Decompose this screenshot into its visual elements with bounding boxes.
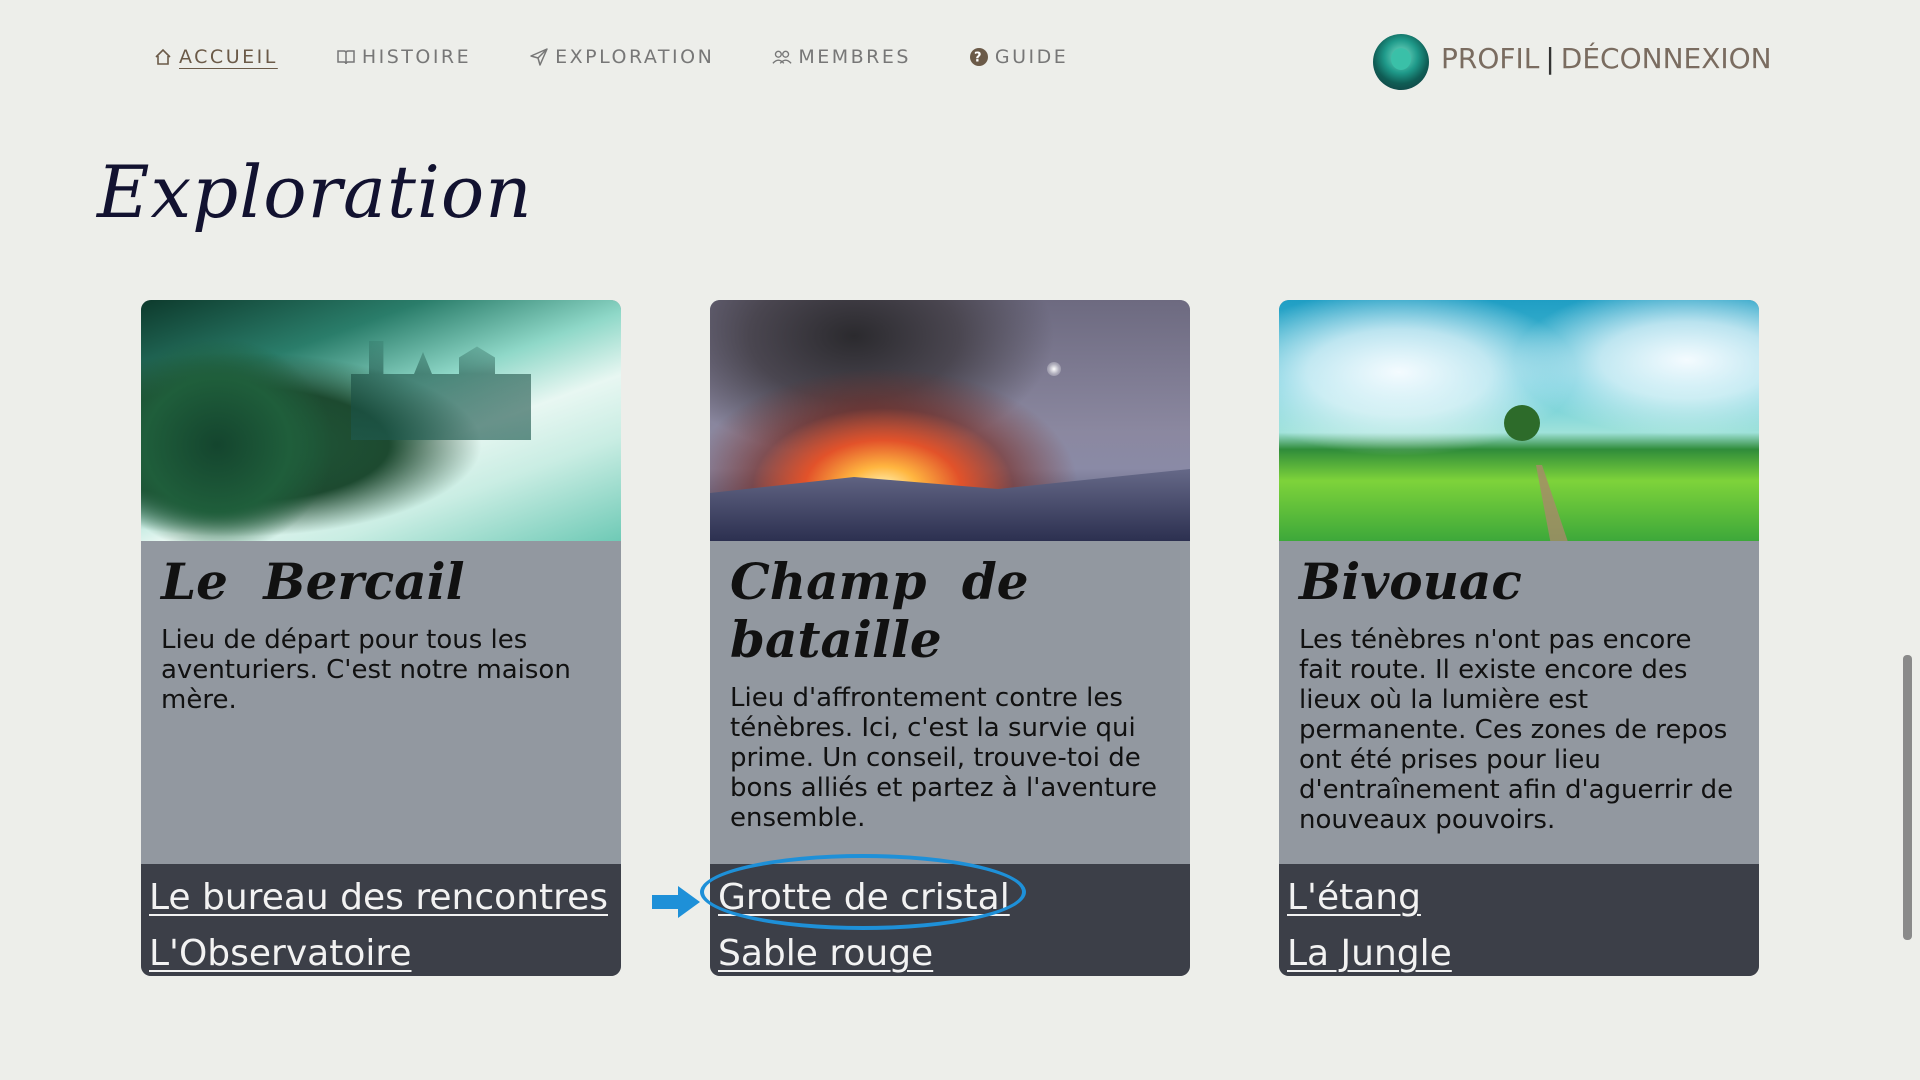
link-grotte-de-cristal[interactable]: Grotte de cristal <box>718 870 1190 926</box>
nav-accueil[interactable]: ACCUEIL <box>153 46 278 68</box>
card-description: Lieu de départ pour tous les aventuriers… <box>161 625 571 715</box>
link-bureau-des-rencontres[interactable]: Le bureau des rencontres <box>149 870 621 926</box>
nav-guide-label: GUIDE <box>994 46 1069 68</box>
card-description: Lieu d'affrontement contre les ténèbres.… <box>730 683 1157 833</box>
page-title: Exploration <box>97 150 533 234</box>
nav-membres[interactable]: MEMBRES <box>772 46 911 68</box>
card-image-bivouac <box>1279 300 1759 541</box>
card-description: Les ténèbres n'ont pas encore fait route… <box>1299 625 1734 835</box>
help-icon: ? <box>969 47 989 67</box>
home-icon <box>153 47 173 67</box>
avatar[interactable] <box>1373 34 1429 90</box>
card-image-champ-de-bataille <box>710 300 1190 541</box>
nav-histoire-label: HISTOIRE <box>361 46 472 68</box>
page-scrollbar[interactable] <box>1903 655 1912 940</box>
book-icon <box>336 47 356 67</box>
nav-membres-label: MEMBRES <box>798 46 911 68</box>
account-menu: PROFIL | DÉCONNEXION <box>1373 30 1772 90</box>
link-etang[interactable]: L'étang <box>1287 870 1759 926</box>
card-links: L'étang La Jungle <box>1279 864 1759 976</box>
nav-histoire[interactable]: HISTOIRE <box>336 46 471 68</box>
link-sable-rouge[interactable]: Sable rouge <box>718 926 1190 976</box>
card-links: Grotte de cristal Sable rouge <box>710 864 1190 976</box>
card-title: Champ de bataille <box>730 552 1029 669</box>
logout-link[interactable]: DÉCONNEXION <box>1561 42 1772 75</box>
svg-text:?: ? <box>974 51 984 66</box>
card-image-bercail <box>141 300 621 541</box>
card-links: Le bureau des rencontres L'Observatoire <box>141 864 621 976</box>
users-icon <box>772 47 792 67</box>
link-jungle[interactable]: La Jungle <box>1287 926 1759 976</box>
location-card-champ-de-bataille: Champ de bataille Lieu d'affrontement co… <box>710 300 1190 976</box>
nav-guide[interactable]: ? GUIDE <box>969 46 1068 68</box>
card-title: Le Bercail <box>161 552 465 611</box>
profile-link[interactable]: PROFIL <box>1441 42 1539 75</box>
paper-plane-icon <box>529 47 549 67</box>
account-separator: | <box>1545 41 1555 75</box>
nav-exploration-label: EXPLORATION <box>555 46 715 68</box>
card-title: Bivouac <box>1299 552 1522 611</box>
link-observatoire[interactable]: L'Observatoire <box>149 926 621 976</box>
annotation-arrow-icon <box>652 886 700 918</box>
location-card-bivouac: Bivouac Les ténèbres n'ont pas encore fa… <box>1279 300 1759 976</box>
location-card-bercail: Le Bercail Lieu de départ pour tous les … <box>141 300 621 976</box>
nav-exploration[interactable]: EXPLORATION <box>529 46 714 68</box>
nav-accueil-label: ACCUEIL <box>179 46 278 68</box>
main-nav: ACCUEIL HISTOIRE EXPLORATION MEMBRES ? G… <box>153 46 1126 68</box>
